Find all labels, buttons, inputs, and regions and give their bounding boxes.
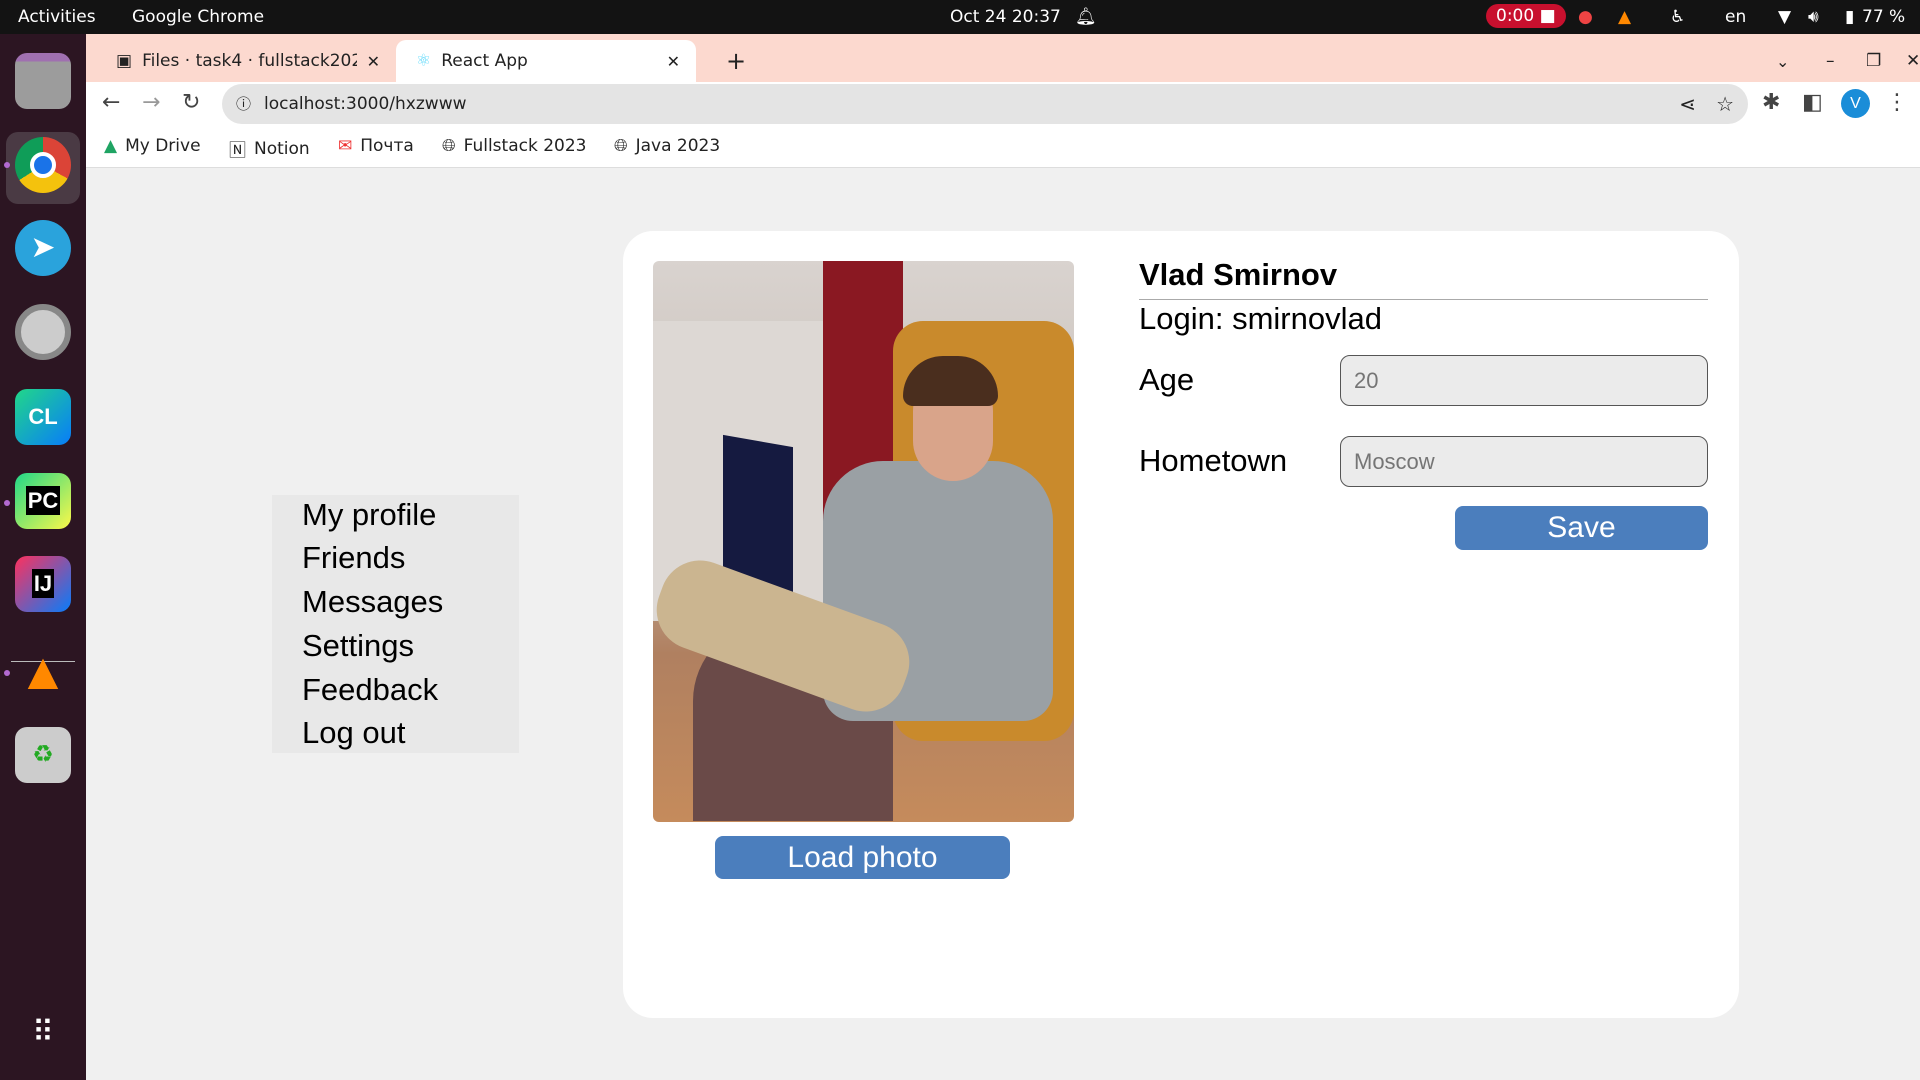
settings-icon[interactable]: [15, 304, 71, 360]
profile-avatar[interactable]: V: [1841, 89, 1870, 118]
close-tab-icon[interactable]: ✕: [367, 52, 380, 71]
vlc-icon[interactable]: ▲: [15, 644, 71, 700]
battery-icon[interactable]: ▮: [1845, 7, 1854, 27]
running-indicator: [4, 162, 10, 168]
hometown-input[interactable]: [1340, 436, 1708, 487]
url-text: localhost:3000/hxzwww: [264, 94, 467, 114]
hometown-label: Hometown: [1139, 443, 1288, 478]
volume-icon[interactable]: 🔊︎: [1808, 7, 1819, 27]
tab-bar: ▣ Files · task4 · fullstack202 ✕ ⚛ React Ap…: [86, 34, 1920, 82]
load-photo-button[interactable]: Load photo: [715, 836, 1010, 879]
bookmark-my-drive[interactable]: ▲ My Drive: [104, 136, 201, 156]
trash-icon[interactable]: ♻: [15, 727, 71, 783]
tab-label: Files · task4 · fullstack202: [142, 51, 358, 71]
files-icon[interactable]: [15, 53, 71, 109]
tab-react-app[interactable]: ⚛ React App ✕: [396, 40, 696, 82]
bookmark-label: Fullstack 2023: [463, 136, 587, 156]
accessibility-icon[interactable]: ♿︎: [1670, 7, 1685, 27]
profile-login: Login: smirnovlad: [1139, 301, 1382, 336]
notion-icon: 🄽: [229, 141, 246, 161]
active-app-label[interactable]: Google Chrome: [132, 7, 264, 27]
running-indicator: [4, 670, 10, 676]
address-bar[interactable]: ⓘ localhost:3000/hxzwww ⋖ ☆: [222, 84, 1748, 124]
bookmark-label: My Drive: [125, 136, 201, 156]
reload-icon[interactable]: ↻: [182, 90, 200, 115]
tab-search-icon[interactable]: ⌄: [1756, 40, 1789, 82]
save-button[interactable]: Save: [1455, 506, 1708, 550]
react-favicon: ⚛: [416, 51, 432, 71]
clion-icon[interactable]: CL: [15, 389, 71, 445]
menu-kebab-icon[interactable]: ⋮: [1886, 90, 1908, 115]
intellij-icon[interactable]: IJ: [15, 556, 71, 612]
extensions-icon[interactable]: ✱: [1762, 90, 1780, 115]
chrome-icon[interactable]: [15, 137, 71, 193]
telegram-icon[interactable]: ➤: [15, 220, 71, 276]
age-label: Age: [1139, 362, 1195, 397]
bookmark-fullstack[interactable]: 🌐︎ Fullstack 2023: [442, 136, 586, 156]
activities-button[interactable]: Activities: [18, 7, 96, 27]
menu-item-messages[interactable]: Messages: [302, 584, 443, 620]
menu-item-feedback[interactable]: Feedback: [302, 672, 438, 708]
bookmark-star-icon[interactable]: ☆: [1716, 84, 1734, 124]
wifi-icon[interactable]: ▼: [1778, 7, 1791, 27]
globe-icon: 🌐︎: [614, 136, 628, 156]
back-icon[interactable]: ←: [102, 90, 120, 115]
vlc-tray-icon[interactable]: ▲: [1618, 7, 1631, 27]
battery-level: 77 %: [1862, 7, 1906, 27]
menu-item-my-profile[interactable]: My profile: [302, 497, 436, 533]
profile-name: Vlad Smirnov: [1139, 257, 1708, 300]
tray-app-icon[interactable]: ●: [1578, 7, 1593, 27]
clock[interactable]: Oct 24 20:37: [950, 7, 1061, 27]
show-apps-icon[interactable]: ⠿: [15, 1005, 71, 1061]
running-indicator: [4, 500, 10, 506]
bell-icon: 🔔︎: [1075, 7, 1097, 27]
tab-files[interactable]: ▣ Files · task4 · fullstack202 ✕: [96, 40, 396, 82]
bookmark-label: Notion: [254, 138, 310, 159]
globe-icon: 🌐︎: [442, 136, 456, 156]
menu-item-log-out[interactable]: Log out: [302, 715, 405, 751]
menu-item-friends[interactable]: Friends: [302, 540, 405, 576]
bookmark-label: Почта: [360, 136, 414, 156]
drive-icon: ▲: [104, 136, 118, 156]
bookmark-java[interactable]: 🌐︎ Java 2023: [614, 136, 720, 156]
recording-indicator[interactable]: 0:00 ■: [1486, 4, 1566, 28]
menu-item-settings[interactable]: Settings: [302, 628, 414, 664]
minimize-button[interactable]: –: [1806, 40, 1835, 82]
info-icon: ⓘ: [236, 95, 252, 113]
tab-label: React App: [441, 51, 528, 71]
share-icon[interactable]: ⋖: [1679, 84, 1696, 124]
github-favicon: ▣: [116, 51, 133, 71]
close-tab-icon[interactable]: ✕: [667, 52, 680, 71]
language-indicator[interactable]: en: [1725, 7, 1746, 27]
forward-icon[interactable]: →: [142, 90, 160, 115]
close-window-button[interactable]: ✕: [1886, 40, 1920, 82]
dock: ➤ CL PC IJ ▲ ♻ ⠿: [0, 34, 86, 1080]
bookmarks-bar: ▲ My Drive 🄽 Notion ✉ Почта 🌐︎ Fullstack 202…: [86, 125, 1920, 168]
bookmark-label: Java 2023: [635, 136, 721, 156]
bookmark-notion[interactable]: 🄽 Notion: [229, 136, 310, 162]
mail-icon: ✉: [338, 136, 353, 156]
browser-toolbar: ← → ↻ ⓘ localhost:3000/hxzwww ⋖ ☆ ✱ ◧ V ⋮: [86, 82, 1920, 125]
bookmark-mail[interactable]: ✉ Почта: [338, 136, 414, 156]
recording-time: 0:00: [1496, 6, 1535, 26]
sidebar-menu: My profile Friends Messages Settings Fee…: [272, 495, 519, 753]
side-panel-icon[interactable]: ◧: [1802, 90, 1823, 115]
new-tab-button[interactable]: +: [706, 40, 746, 82]
maximize-button[interactable]: ❐: [1846, 40, 1881, 82]
profile-photo: [653, 261, 1074, 822]
system-top-bar: Activities Google Chrome Oct 24 20:37 🔔︎…: [0, 0, 1920, 34]
pycharm-icon[interactable]: PC: [15, 473, 71, 529]
age-input[interactable]: [1340, 355, 1708, 406]
